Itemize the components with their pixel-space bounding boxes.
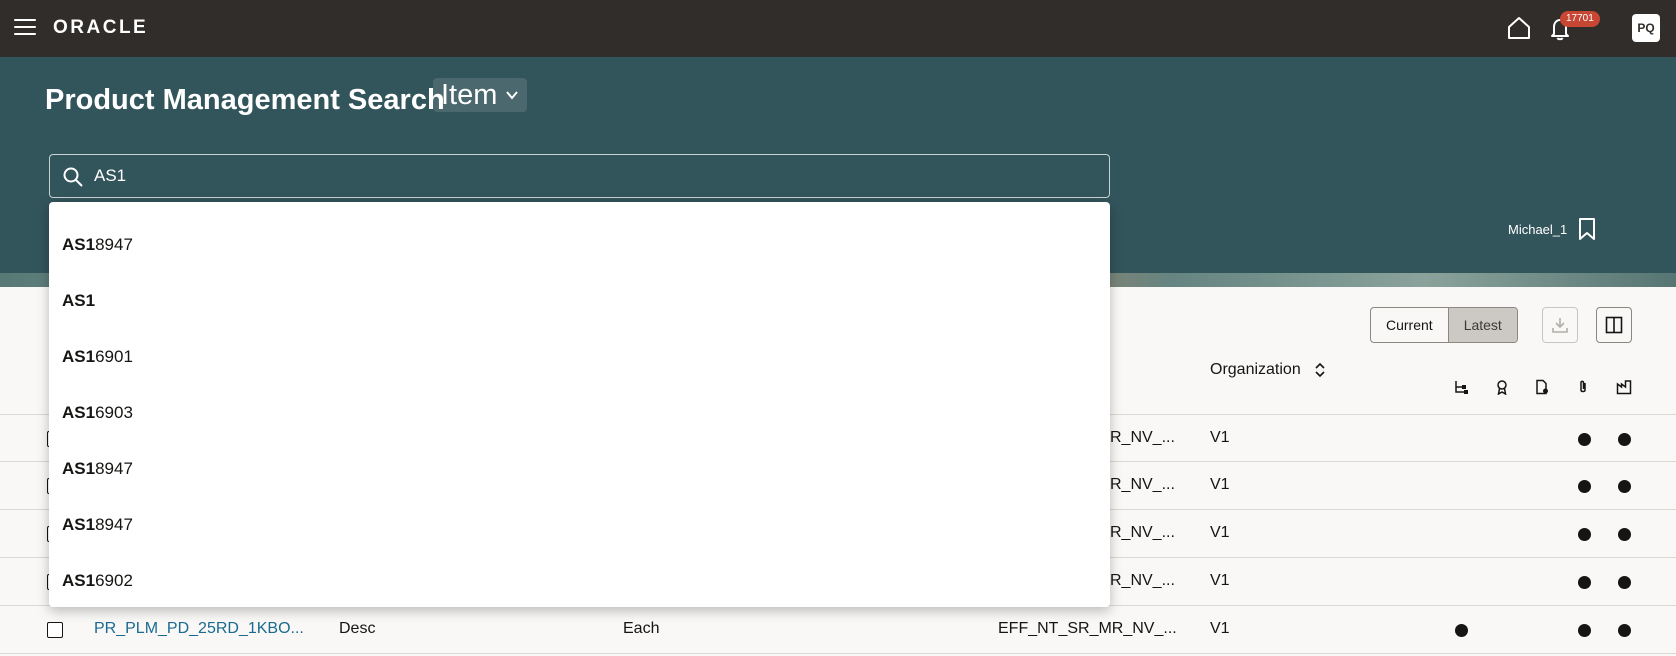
table-row[interactable]: PR_PLM_PD_25RD_1KBO... Desc Each EFF_NT_…	[0, 606, 1676, 654]
suggestion-item[interactable]: AS1 6903	[49, 385, 1110, 441]
suggestion-match: AS1	[62, 347, 96, 366]
suggestion-rest: 6902	[95, 571, 133, 590]
split-view-button[interactable]	[1596, 307, 1632, 343]
item-organization: V1	[1210, 524, 1230, 541]
organization-indicator	[1618, 528, 1631, 541]
saved-search-name[interactable]: Michael_1	[1508, 222, 1567, 237]
menu-icon[interactable]	[14, 19, 36, 37]
organization-icon	[1616, 380, 1632, 395]
search-icon	[63, 167, 83, 187]
attachment-indicator	[1578, 528, 1591, 541]
suggestion-item[interactable]: AS1 6901	[49, 329, 1110, 385]
suggestion-rest: 8947	[95, 235, 133, 254]
current-toggle-button[interactable]: Current	[1371, 308, 1448, 342]
row-checkbox[interactable]	[47, 622, 63, 638]
structure-indicator	[1455, 624, 1468, 637]
user-avatar[interactable]: PQ	[1632, 14, 1660, 42]
item-structure: R_NV_...	[1110, 476, 1175, 493]
organization-indicator	[1618, 576, 1631, 589]
split-view-icon	[1605, 316, 1623, 334]
item-structure: R_NV_...	[1110, 524, 1175, 541]
suggestion-rest: 6901	[95, 347, 133, 366]
latest-toggle-button[interactable]: Latest	[1447, 308, 1517, 342]
award-icon	[1497, 380, 1507, 395]
saved-search: Michael_1	[1508, 217, 1597, 241]
item-uom: Each	[623, 620, 660, 637]
download-icon	[1552, 318, 1568, 333]
page-title: Product Management Search	[45, 84, 445, 116]
organization-header-label: Organization	[1210, 361, 1301, 378]
organization-indicator	[1618, 624, 1631, 637]
search-scope-select[interactable]: Item	[433, 78, 528, 112]
suggestion-rest: 8947	[95, 515, 133, 534]
suggestion-match: AS1	[62, 459, 96, 478]
suggestion-item[interactable]: AS1 8947	[49, 217, 1110, 273]
notification-count-badge: 17701	[1560, 11, 1600, 27]
suggestion-item[interactable]: AS1 8947	[49, 497, 1110, 553]
suggestion-item[interactable]: AS1	[49, 273, 1110, 329]
suggestion-item[interactable]: AS1 8947	[49, 441, 1110, 497]
export-button[interactable]	[1542, 307, 1578, 343]
version-toggle: Current Latest	[1370, 307, 1518, 343]
organization-column-header[interactable]: Organization	[1210, 355, 1327, 385]
item-description: Desc	[339, 620, 376, 637]
suggestion-match: AS1	[62, 571, 96, 590]
suggestion-item[interactable]: AS1 6902	[49, 553, 1110, 609]
suggestion-match: AS1	[62, 291, 96, 310]
item-structure: EFF_NT_SR_MR_NV_...	[998, 620, 1177, 637]
item-organization: V1	[1210, 620, 1230, 637]
search-field[interactable]	[49, 154, 1110, 198]
suggestion-match: AS1	[62, 235, 96, 254]
search-input[interactable]	[94, 163, 1094, 189]
attachment-icon	[1580, 380, 1586, 393]
item-number[interactable]: PR_PLM_PD_25RD_1KBO...	[94, 620, 304, 638]
bookmark-icon[interactable]	[1577, 217, 1597, 241]
item-structure: R_NV_...	[1110, 572, 1175, 589]
organization-indicator	[1618, 480, 1631, 493]
item-structure: R_NV_...	[1110, 429, 1175, 446]
suggestion-match: AS1	[62, 515, 96, 534]
item-organization: V1	[1210, 572, 1230, 589]
structure-icon	[1455, 381, 1468, 394]
chevron-down-icon	[506, 91, 519, 100]
document-settings-icon	[1536, 379, 1548, 395]
search-scope-value: Item	[441, 78, 498, 111]
attachment-indicator	[1578, 480, 1591, 493]
organization-indicator	[1618, 433, 1631, 446]
global-header: ORACLE 17701 PQ	[0, 0, 1676, 57]
suggestion-rest: 8947	[95, 459, 133, 478]
attachment-indicator	[1578, 433, 1591, 446]
attachment-indicator	[1578, 576, 1591, 589]
suggestion-rest: 6903	[95, 403, 133, 422]
oracle-logo[interactable]: ORACLE	[53, 17, 148, 39]
sort-icon	[1315, 362, 1325, 378]
home-icon[interactable]	[1506, 15, 1532, 41]
item-organization: V1	[1210, 476, 1230, 493]
suggestion-match: AS1	[62, 403, 96, 422]
search-suggestions-dropdown: AS1 8947 AS1 AS1 6901 AS1 6903 AS1 8947 AS1 8…	[49, 202, 1110, 607]
attachment-indicator	[1578, 624, 1591, 637]
item-organization: V1	[1210, 429, 1230, 446]
